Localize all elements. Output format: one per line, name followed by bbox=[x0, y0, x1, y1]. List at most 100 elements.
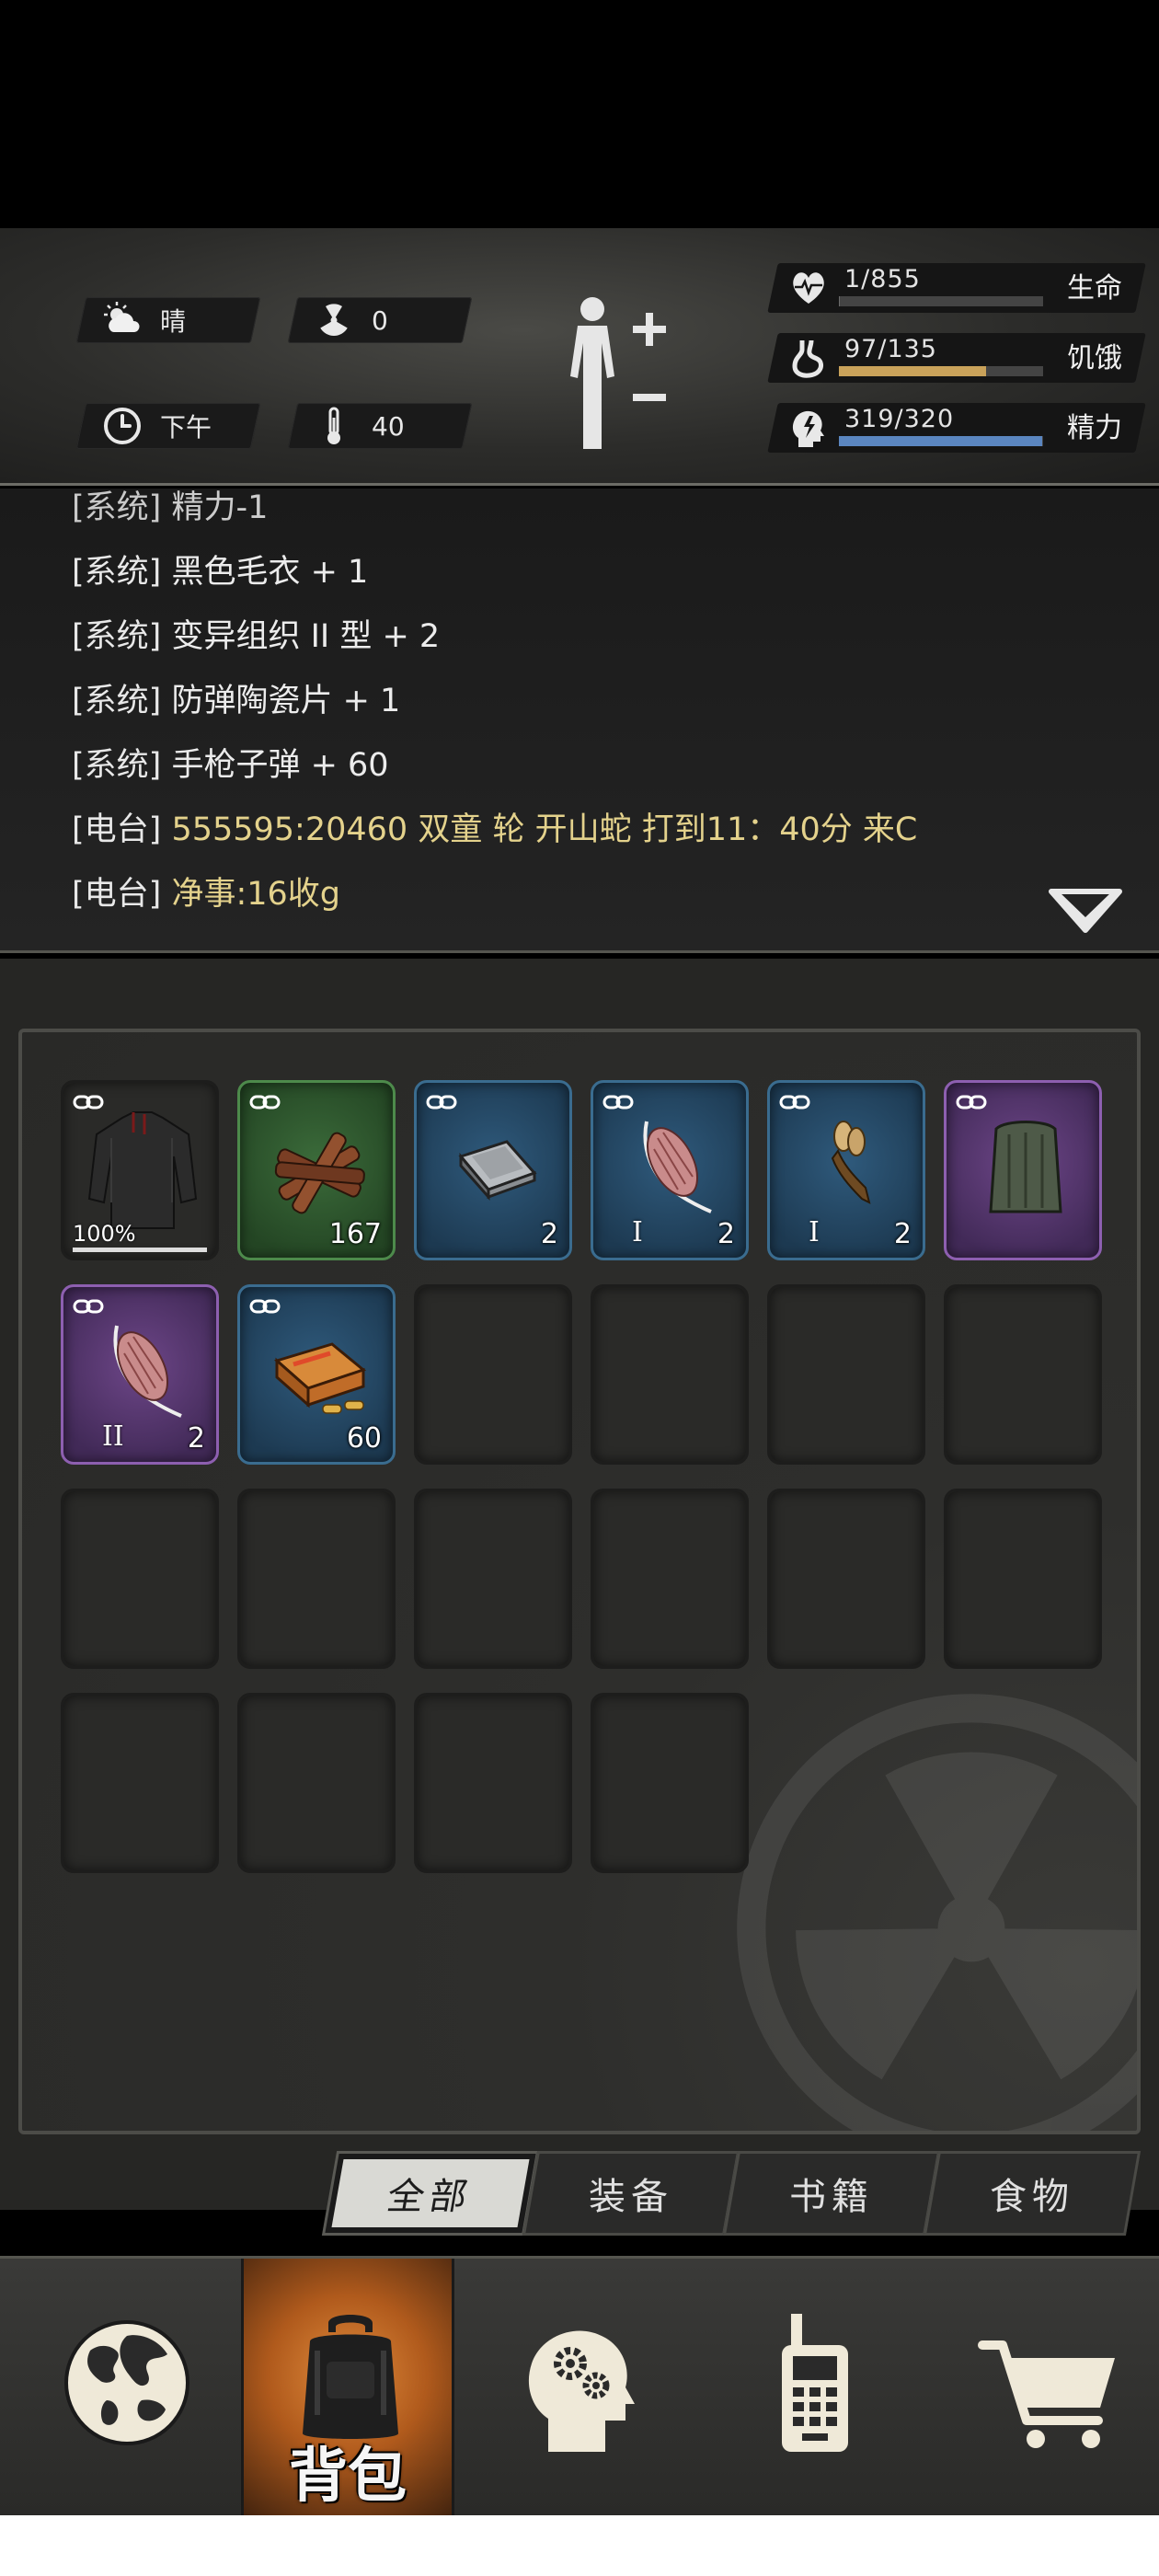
energy-value: 319/320 bbox=[844, 405, 955, 433]
log-line: [系统] 手枪子弹 + 60 bbox=[72, 747, 389, 784]
inventory-slot-black-sweater[interactable]: 100% bbox=[61, 1080, 219, 1260]
tab-all-label: 全部 bbox=[331, 2159, 530, 2227]
radiation-icon bbox=[320, 304, 348, 336]
durability-bar bbox=[73, 1248, 207, 1252]
inventory-slot-empty[interactable] bbox=[61, 1489, 219, 1669]
minus-icon bbox=[633, 394, 666, 401]
tab-books[interactable]: 书籍 bbox=[722, 2151, 941, 2236]
radiation-watermark-icon bbox=[737, 1694, 1137, 2131]
clock-icon bbox=[104, 408, 141, 444]
inventory-slot-empty[interactable] bbox=[237, 1489, 396, 1669]
nav-backpack[interactable]: 背包 bbox=[241, 2259, 454, 2518]
nav-radio[interactable] bbox=[708, 2259, 922, 2518]
item-quantity: 2 bbox=[717, 1218, 735, 1250]
head-gears-icon bbox=[528, 2330, 635, 2452]
log-line-radio: [电台] 净事:16收g bbox=[72, 876, 340, 913]
weather-chip: 晴 bbox=[75, 297, 261, 343]
walkie-talkie-icon bbox=[782, 2314, 848, 2452]
radiation-value: 0 bbox=[372, 305, 388, 336]
inventory-slot-ceramic-plate[interactable]: 2 bbox=[414, 1080, 572, 1260]
health-label: 生命 bbox=[1067, 272, 1122, 305]
inventory-grid: 100% 167 2 I 2 I 2 II 2 60 bbox=[18, 1029, 1141, 2134]
nav-shop[interactable] bbox=[942, 2259, 1155, 2518]
ceramic-plate-icon bbox=[458, 1140, 537, 1201]
inventory-slot-empty[interactable] bbox=[944, 1489, 1102, 1669]
log-line-partial: [系统] 精力-1 bbox=[72, 489, 269, 526]
item-quantity: 2 bbox=[893, 1218, 912, 1250]
weather-label: 晴 bbox=[160, 306, 187, 337]
stat-energy: 319/320 精力 bbox=[767, 403, 1146, 453]
mutant-tissue-icon bbox=[643, 1121, 712, 1213]
inventory-slot-empty[interactable] bbox=[414, 1693, 572, 1873]
system-gesture-bar bbox=[0, 2515, 1159, 2576]
hunger-bar bbox=[839, 366, 1043, 376]
energy-label: 精力 bbox=[1067, 412, 1122, 444]
inventory-slot-mutant-tissue-1[interactable]: I 2 bbox=[591, 1080, 749, 1260]
thermometer-icon bbox=[327, 407, 340, 444]
inventory-slot-empty[interactable] bbox=[767, 1489, 925, 1669]
hunger-label: 饥饿 bbox=[1067, 342, 1122, 374]
inventory-slot-empty[interactable] bbox=[237, 1693, 396, 1873]
inventory-slot-pistol-ammo[interactable]: 60 bbox=[237, 1284, 396, 1465]
health-value: 1/855 bbox=[844, 265, 921, 293]
item-tier: I bbox=[632, 1216, 643, 1248]
inventory-slot-mutant-claw-1[interactable]: I 2 bbox=[767, 1080, 925, 1260]
chevron-down-icon[interactable] bbox=[1044, 886, 1127, 941]
mutant-claw-icon bbox=[831, 1121, 871, 1204]
stat-hunger: 97/135 饥饿 bbox=[767, 333, 1146, 383]
inventory-slot-empty[interactable] bbox=[944, 1284, 1102, 1465]
nav-skills[interactable] bbox=[478, 2259, 692, 2518]
cloudy-sun-icon bbox=[104, 302, 140, 332]
inventory-slot-firewood[interactable]: 167 bbox=[237, 1080, 396, 1260]
inventory-slot-empty[interactable] bbox=[591, 1489, 749, 1669]
item-quantity: 2 bbox=[540, 1218, 558, 1250]
inventory-slot-empty[interactable] bbox=[591, 1693, 749, 1873]
stat-health: 1/855 生命 bbox=[767, 263, 1146, 313]
heartbeat-icon bbox=[793, 272, 824, 304]
time-chip: 下午 bbox=[75, 403, 261, 449]
item-tier: II bbox=[102, 1420, 124, 1453]
time-label: 下午 bbox=[160, 412, 212, 443]
log-line: [系统] 变异组织 II 型 + 2 bbox=[72, 618, 441, 655]
sweater-icon bbox=[87, 1111, 198, 1229]
plus-icon bbox=[633, 313, 666, 346]
tab-food-label: 食物 bbox=[990, 2176, 1074, 2218]
tab-food[interactable]: 食物 bbox=[923, 2151, 1142, 2236]
bottom-nav: 背包 bbox=[0, 2256, 1159, 2518]
inventory-slot-mutant-tissue-2[interactable]: II 2 bbox=[61, 1284, 219, 1465]
armor-vest-icon bbox=[989, 1121, 1062, 1213]
item-quantity: 167 bbox=[328, 1218, 382, 1250]
health-bar bbox=[839, 296, 1043, 306]
message-log[interactable]: [系统] 精力-1 [系统] 黑色毛衣 + 1 [系统] 变异组织 II 型 +… bbox=[0, 489, 1159, 953]
shopping-cart-icon bbox=[978, 2340, 1115, 2448]
globe-icon bbox=[64, 2320, 189, 2445]
inventory-slot-empty[interactable] bbox=[767, 1284, 925, 1465]
temperature-chip: 40 bbox=[287, 403, 473, 449]
status-hud: 晴 0 下午 40 1/855 生命 97/135 饥饿 319/320 精力 bbox=[0, 228, 1159, 486]
inventory-slot-empty[interactable] bbox=[61, 1693, 219, 1873]
tab-equipment-label: 装备 bbox=[589, 2176, 673, 2218]
nav-backpack-label: 背包 bbox=[289, 2443, 407, 2511]
radiation-chip: 0 bbox=[287, 297, 473, 343]
durability-label: 100% bbox=[73, 1221, 136, 1247]
item-tier: I bbox=[809, 1216, 820, 1248]
hunger-value: 97/135 bbox=[844, 335, 937, 363]
lightning-head-icon bbox=[792, 410, 824, 447]
item-quantity: 2 bbox=[187, 1422, 205, 1455]
log-line: [系统] 黑色毛衣 + 1 bbox=[72, 554, 369, 591]
inventory-slot-empty[interactable] bbox=[414, 1489, 572, 1669]
mutant-tissue-icon bbox=[113, 1325, 182, 1418]
nav-map[interactable] bbox=[20, 2259, 234, 2518]
log-line: [系统] 防弹陶瓷片 + 1 bbox=[72, 683, 401, 719]
inventory-slot-empty[interactable] bbox=[591, 1284, 749, 1465]
log-line-radio: [电台] 555595:20460 双童 轮 开山蛇 打到11：40分 来C bbox=[72, 811, 918, 848]
temperature-value: 40 bbox=[372, 410, 405, 442]
inventory-slot-armor-vest[interactable] bbox=[944, 1080, 1102, 1260]
energy-bar bbox=[839, 436, 1043, 446]
inventory-slot-empty[interactable] bbox=[414, 1284, 572, 1465]
tab-books-label: 书籍 bbox=[789, 2176, 874, 2218]
item-quantity: 60 bbox=[346, 1422, 382, 1455]
tab-equipment[interactable]: 装备 bbox=[522, 2151, 740, 2236]
body-status-figure[interactable] bbox=[559, 291, 679, 456]
tab-all[interactable]: 全部 bbox=[321, 2151, 540, 2236]
